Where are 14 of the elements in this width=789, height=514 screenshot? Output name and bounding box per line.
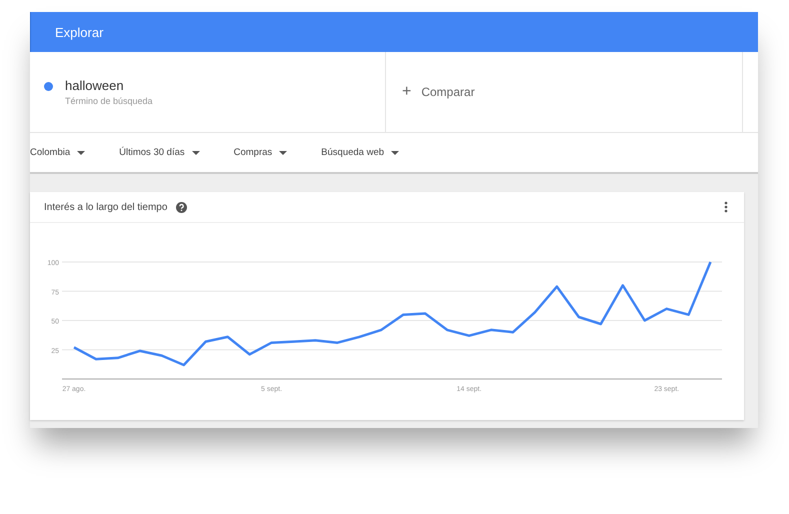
caret-icon — [192, 150, 200, 154]
term-subtitle: Término de búsqueda — [65, 96, 153, 106]
card-title: Interés a lo largo del tiempo — [44, 202, 168, 212]
more-options-icon[interactable] — [724, 201, 728, 213]
filter-dropdown[interactable]: Compras — [234, 147, 288, 158]
term-name: halloween — [65, 78, 125, 93]
filter-dropdown[interactable]: Búsqueda web — [321, 147, 400, 158]
filter-dropdown[interactable]: Últimos 30 días — [119, 147, 200, 158]
help-icon[interactable] — [176, 202, 188, 212]
caret-icon — [77, 150, 86, 154]
caret-icon — [279, 150, 288, 154]
page-title: Explorar — [55, 24, 104, 40]
filter-dropdown[interactable]: Colombia — [30, 147, 86, 158]
caret-icon — [391, 150, 400, 154]
